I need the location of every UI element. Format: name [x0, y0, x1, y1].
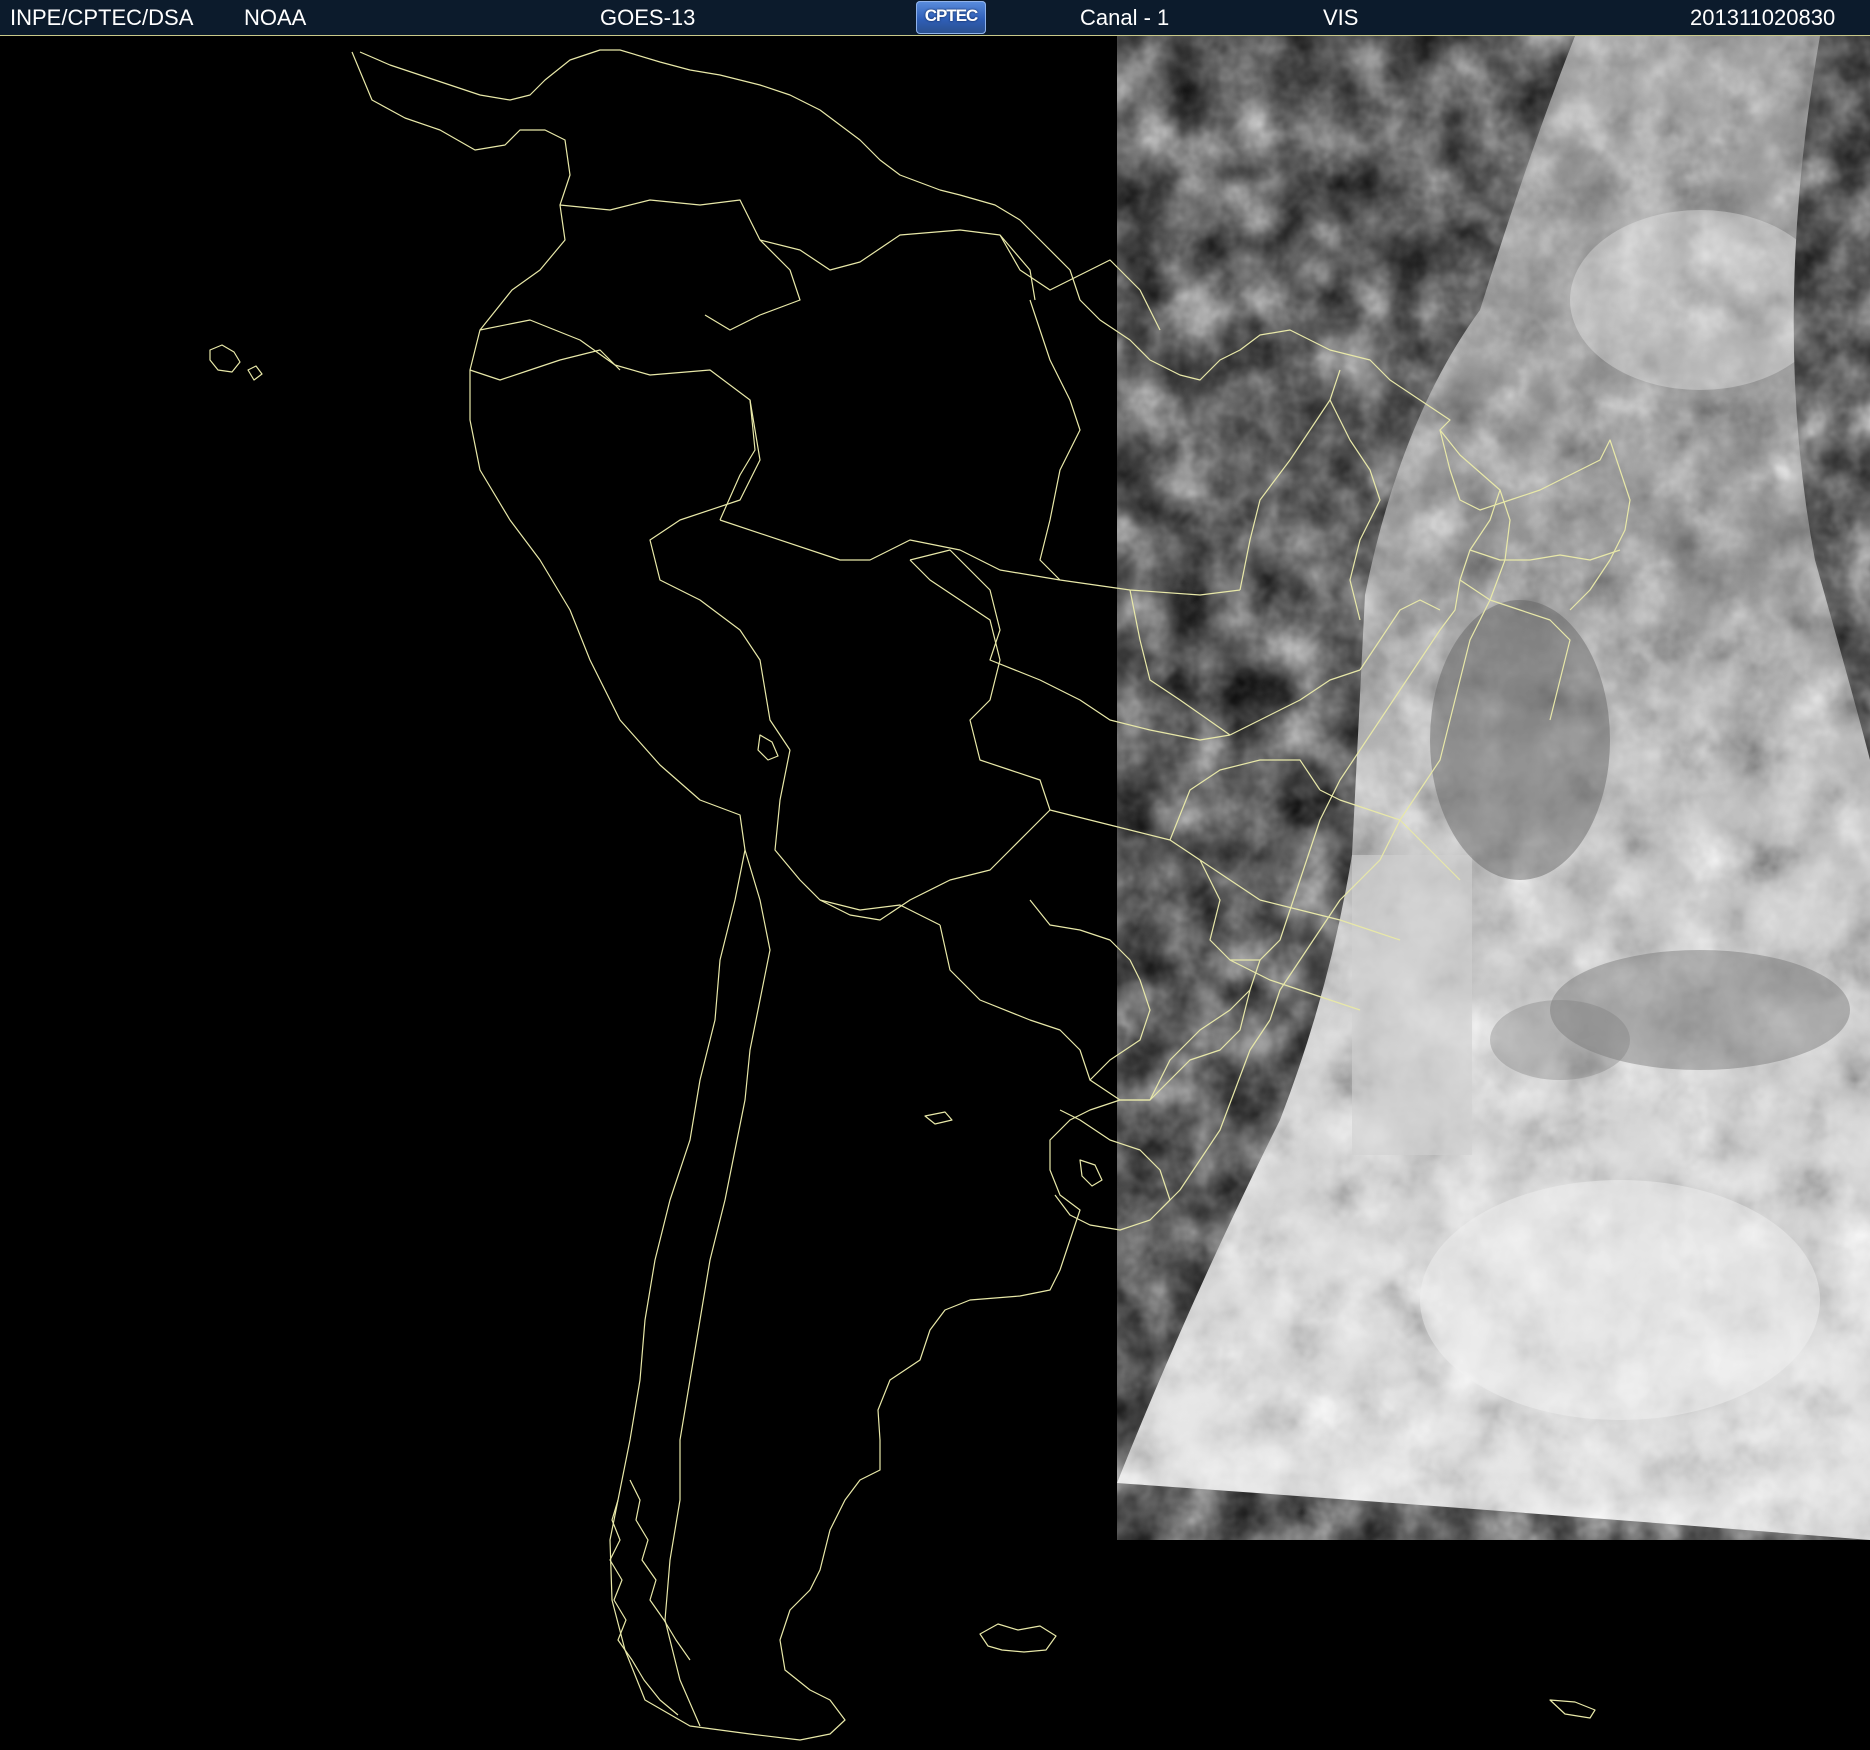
border-argentina-bolivia	[819, 899, 941, 926]
satellite-label: GOES-13	[600, 5, 696, 30]
border-colombia-venezuela	[559, 199, 801, 331]
chile-archipelago-2	[629, 1479, 691, 1661]
border-brazil-inner-4	[1199, 859, 1260, 961]
island-galapagos-2	[247, 365, 263, 381]
border-paraguay	[939, 899, 1151, 1081]
timestamp-label: 201311020830	[1690, 5, 1836, 30]
organization-label: INPE/CPTEC/DSA	[10, 5, 194, 30]
border-rondonia-mato-grosso	[909, 549, 1231, 741]
logo-text: CPTEC	[924, 6, 979, 25]
border-ecuador-peru	[469, 349, 621, 381]
cloud-swath	[1117, 36, 1870, 1540]
border-venezuela-brazil	[759, 229, 1036, 301]
border-para-maranhao	[1239, 369, 1341, 591]
header-bar: INPE/CPTEC/DSA NOAA GOES-13 CPTEC Canal …	[0, 0, 1870, 36]
cptec-logo-icon: CPTEC	[916, 1, 986, 34]
border-amazonas-para	[1029, 299, 1081, 581]
island-malvinas	[979, 1623, 1057, 1653]
channel-label: Canal - 1	[1080, 5, 1170, 30]
map-canvas	[209, 36, 1870, 1741]
border-guyanas	[999, 234, 1161, 331]
border-argentina-brazil	[1089, 989, 1251, 1101]
border-brazil-inner-1	[1229, 669, 1361, 736]
border-brazil-north-states	[719, 519, 1241, 596]
island-galapagos	[209, 344, 241, 373]
border-brazil-inner-3	[1049, 809, 1261, 901]
border-peru-brazil	[649, 399, 791, 751]
border-argentina-chile	[664, 849, 771, 1727]
band-label: VIS	[1323, 5, 1359, 30]
border-bolivia	[774, 559, 1051, 921]
lake-titicaca	[757, 734, 779, 761]
satellite-map	[0, 36, 1870, 1750]
border-brazil-inner-5	[1169, 759, 1321, 841]
lake-mirim	[1079, 1159, 1103, 1187]
border-brazil-inner-2	[1129, 589, 1231, 736]
border-uruguay	[1054, 1109, 1171, 1231]
agency-label: NOAA	[244, 5, 307, 30]
border-colombia-peru	[479, 319, 756, 521]
island-south-georgia	[1549, 1699, 1596, 1719]
lake-argentina	[924, 1111, 953, 1125]
